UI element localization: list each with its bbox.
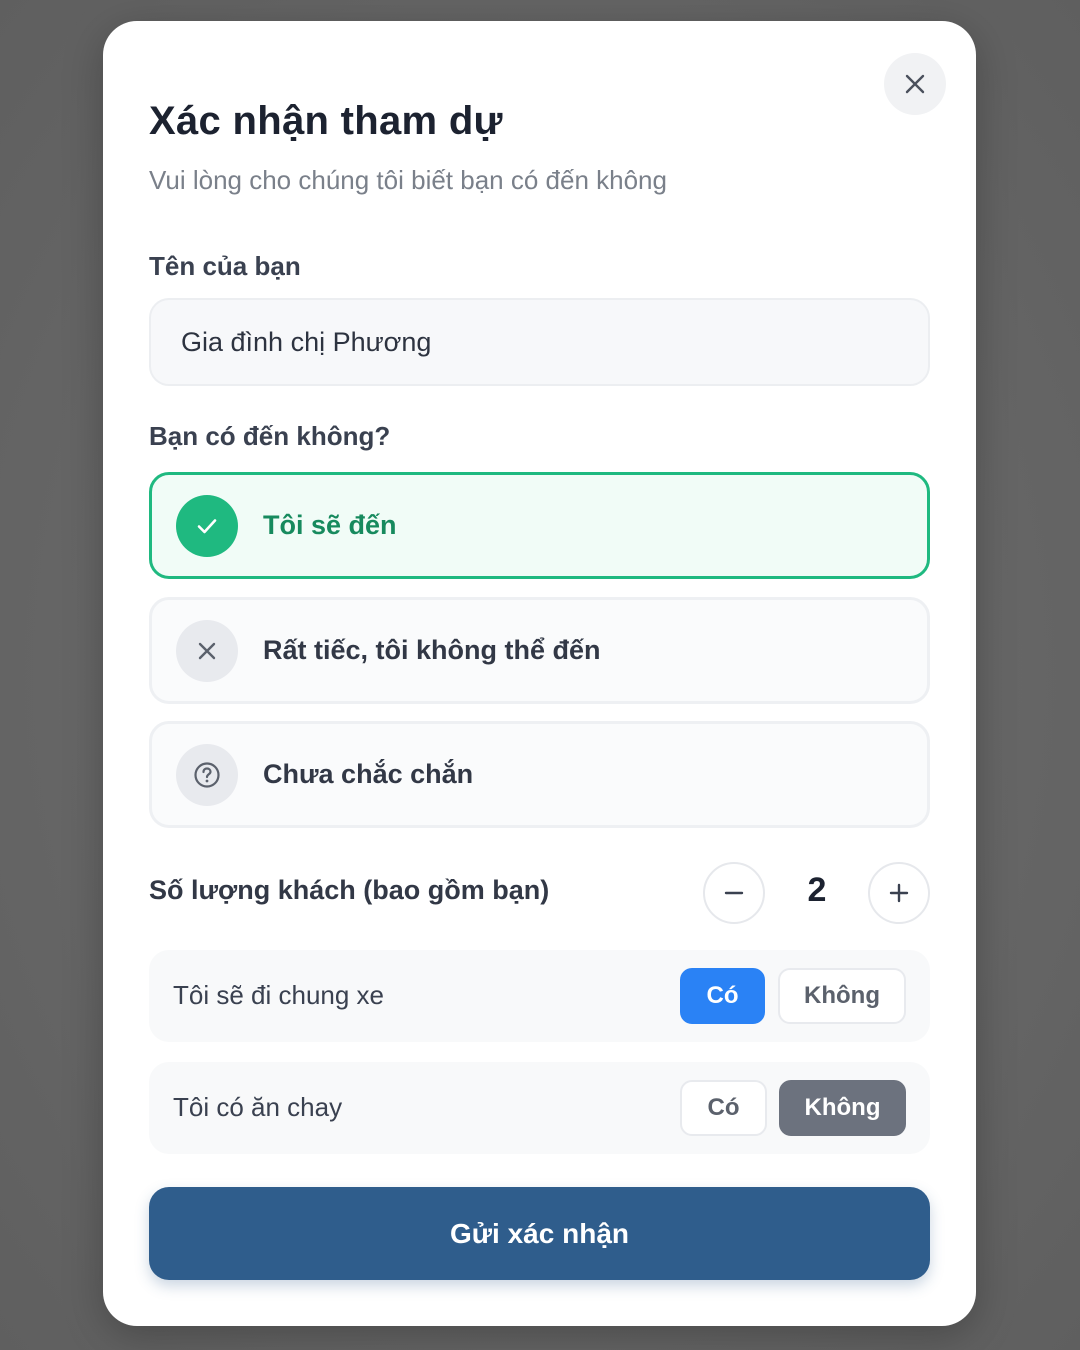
submit-button[interactable]: Gửi xác nhận [149, 1187, 930, 1280]
name-input[interactable] [149, 298, 930, 386]
close-button[interactable] [884, 53, 946, 115]
option-attending-label: Tôi sẽ đến [263, 510, 397, 540]
guests-increment-button[interactable] [868, 862, 930, 924]
carpool-yes-button[interactable]: Có [680, 968, 765, 1024]
option-attending[interactable]: Tôi sẽ đến [149, 472, 930, 579]
option-not-attending-label: Rất tiếc, tôi không thể đến [263, 635, 601, 665]
x-icon [176, 619, 238, 682]
question-icon [176, 743, 238, 806]
guests-count: 2 [807, 871, 827, 909]
option-maybe-label: Chưa chắc chắn [263, 759, 474, 789]
minus-icon [724, 891, 744, 895]
close-icon [905, 74, 925, 94]
guests-decrement-button[interactable] [703, 862, 765, 924]
carpool-label: Tôi sẽ đi chung xe [173, 980, 385, 1010]
vegetarian-label: Tôi có ăn chay [173, 1092, 343, 1122]
plus-icon [889, 883, 909, 903]
attendance-question: Bạn có đến không? [149, 421, 391, 451]
vegetarian-yes-button[interactable]: Có [680, 1080, 767, 1136]
rsvp-dialog: Xác nhận tham dự Vui lòng cho chúng tôi … [103, 21, 976, 1326]
option-not-attending[interactable]: Rất tiếc, tôi không thể đến [149, 597, 930, 704]
name-label: Tên của bạn [149, 251, 301, 281]
guests-label: Số lượng khách (bao gồm bạn) [149, 875, 550, 905]
vegetarian-no-button[interactable]: Không [779, 1080, 906, 1136]
option-maybe[interactable]: Chưa chắc chắn [149, 721, 930, 828]
dialog-subtitle: Vui lòng cho chúng tôi biết bạn có đến k… [149, 165, 667, 195]
vegetarian-row: Tôi có ăn chay Có Không [149, 1062, 930, 1154]
check-icon [176, 494, 238, 557]
carpool-no-button[interactable]: Không [778, 968, 906, 1024]
dialog-title: Xác nhận tham dự [149, 99, 503, 143]
carpool-row: Tôi sẽ đi chung xe Có Không [149, 950, 930, 1042]
